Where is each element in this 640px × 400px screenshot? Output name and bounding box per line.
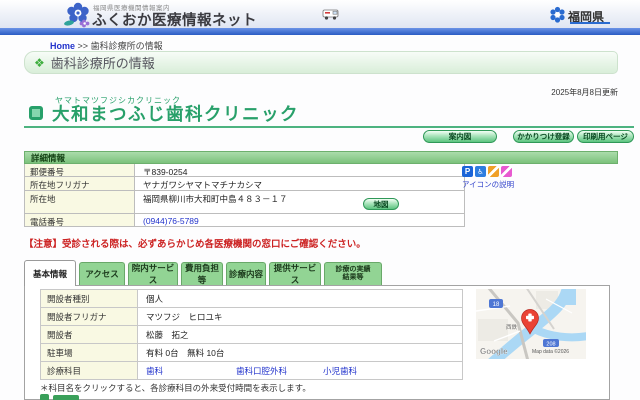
svg-text:208: 208 [546, 341, 555, 347]
tab-provided-services[interactable]: 提供サービス [269, 262, 321, 285]
tab-costs[interactable]: 費用負担等 [181, 262, 223, 285]
row-value: 有料 0台 無料 10台 [138, 344, 462, 361]
clinic-bullet-icon [29, 106, 43, 120]
tab-access[interactable]: アクセス [79, 262, 125, 285]
prefecture-logo-icon [549, 6, 566, 24]
location-map[interactable]: 18 208 西鉄 Google Map data ©2026 [476, 289, 586, 359]
row-value: 福岡県柳川市大和町中島４８３－１７ [135, 191, 464, 213]
breadcrumb-home-link[interactable]: Home [50, 41, 75, 51]
details-header: 詳細情報 [24, 151, 618, 164]
map-copyright: Map data ©2026 [532, 348, 569, 355]
service-orange-icon [488, 166, 499, 177]
route-shield-208: 208 [543, 339, 559, 347]
breadcrumb-current: 歯科診療所の情報 [91, 41, 163, 51]
barrier-free-icon: ♿ [475, 166, 486, 177]
kakaritsuke-register-button[interactable]: かかりつけ登録 [513, 130, 574, 143]
table-row: 開設者 松藤 拓之 [41, 326, 462, 344]
table-row: 電話番号 (0944)76-5789 [25, 214, 464, 227]
tab-treatment-results[interactable]: 診療の実績 結果等 [324, 262, 382, 285]
svg-text:18: 18 [493, 302, 500, 308]
table-row: 郵便番号 〒839-0254 [25, 164, 464, 177]
section-title: 歯科診療所の情報 [51, 53, 155, 72]
table-row: 所在地 福岡県柳川市大和町中島４８３－１７ 地図 [25, 191, 464, 214]
tab-in-hospital-services[interactable]: 院内サービス [128, 262, 178, 285]
table-row: 開設者種別 個人 [41, 290, 462, 308]
row-label: 駐車場 [41, 344, 138, 361]
map-button[interactable]: 地図 [363, 198, 399, 210]
dept-link-dentistry[interactable]: 歯科 [146, 365, 236, 377]
header-accent-bar [0, 28, 640, 35]
clipped-section-icon [40, 394, 49, 400]
site-title[interactable]: ふくおか医療情報ネット [92, 9, 257, 30]
ambulance-icon [322, 8, 340, 21]
row-label: 開設者 [41, 326, 138, 343]
row-label: 郵便番号 [25, 164, 135, 176]
tab-basic-info[interactable]: 基本情報 [24, 260, 76, 286]
title-divider [24, 126, 634, 128]
google-logo: Google [480, 347, 508, 356]
row-label: 開設者種別 [41, 290, 138, 307]
clipped-section-text [53, 395, 79, 400]
route-shield-18: 18 [489, 299, 503, 308]
table-row: 所在地フリガナ ヤナガワシヤマトマチナカシマ [25, 177, 464, 191]
row-label: 電話番号 [25, 214, 135, 226]
updated-date: 2025年8月8日更新 [551, 87, 618, 98]
clinic-name: 大和まつふじ歯科クリニック [52, 101, 299, 126]
row-value: 〒839-0254 [135, 164, 464, 176]
row-value: 個人 [138, 290, 462, 307]
row-label: 所在地フリガナ [25, 177, 135, 190]
row-label: 開設者フリガナ [41, 308, 138, 325]
row-label: 所在地 [25, 191, 135, 213]
department-note: ＊科目名をクリックすると、各診療科目の外来受付時間を表示します。 [40, 382, 311, 394]
top-header: 福岡県医療機関情報案内 ふくおか医療情報ネット 福岡県 [0, 0, 640, 28]
basic-info-table: 開設者種別 個人 開設者フリガナ マツフジ ヒロユキ 開設者 松藤 拓之 駐車場… [40, 289, 463, 380]
dept-link-pediatric-dentistry[interactable]: 小児歯科 [323, 365, 357, 377]
table-row: 診療科目 歯科歯科口腔外科小児歯科 [41, 362, 462, 380]
guide-map-button[interactable]: 案内図 [423, 130, 497, 143]
phone-link[interactable]: (0944)76-5789 [143, 216, 199, 226]
breadcrumb-separator: >> [78, 41, 89, 51]
print-page-button[interactable]: 印刷用ページ [577, 130, 634, 143]
table-row: 駐車場 有料 0台 無料 10台 [41, 344, 462, 362]
row-value: 松藤 拓之 [138, 326, 462, 343]
row-label: 診療科目 [41, 362, 138, 379]
icon-help-link[interactable]: アイコンの説明 [462, 179, 514, 190]
dept-link-oral-surgery[interactable]: 歯科口腔外科 [236, 365, 323, 377]
parking-icon: P [462, 166, 473, 177]
service-pink-icon [501, 166, 512, 177]
row-value: ヤナガワシヤマトマチナカシマ [135, 177, 464, 190]
row-value: マツフジ ヒロユキ [138, 308, 462, 325]
facility-icons: P ♿ [462, 166, 512, 177]
prefecture-logo-subtext [570, 22, 610, 24]
tab-treatment-content[interactable]: 診療内容 [226, 262, 266, 285]
clover-icon: ❖ [34, 56, 45, 70]
details-table: 郵便番号 〒839-0254 所在地フリガナ ヤナガワシヤマトマチナカシマ 所在… [24, 164, 465, 227]
section-header: ❖ 歯科診療所の情報 [24, 51, 618, 74]
site-logo-flower-icon [62, 2, 96, 28]
table-row: 開設者フリガナ マツフジ ヒロユキ [41, 308, 462, 326]
notice-text: 【注意】受診される際は、必ずあらかじめ各医療機関の窓口にご確認ください。 [24, 236, 366, 250]
station-label: 西鉄 [506, 323, 518, 331]
